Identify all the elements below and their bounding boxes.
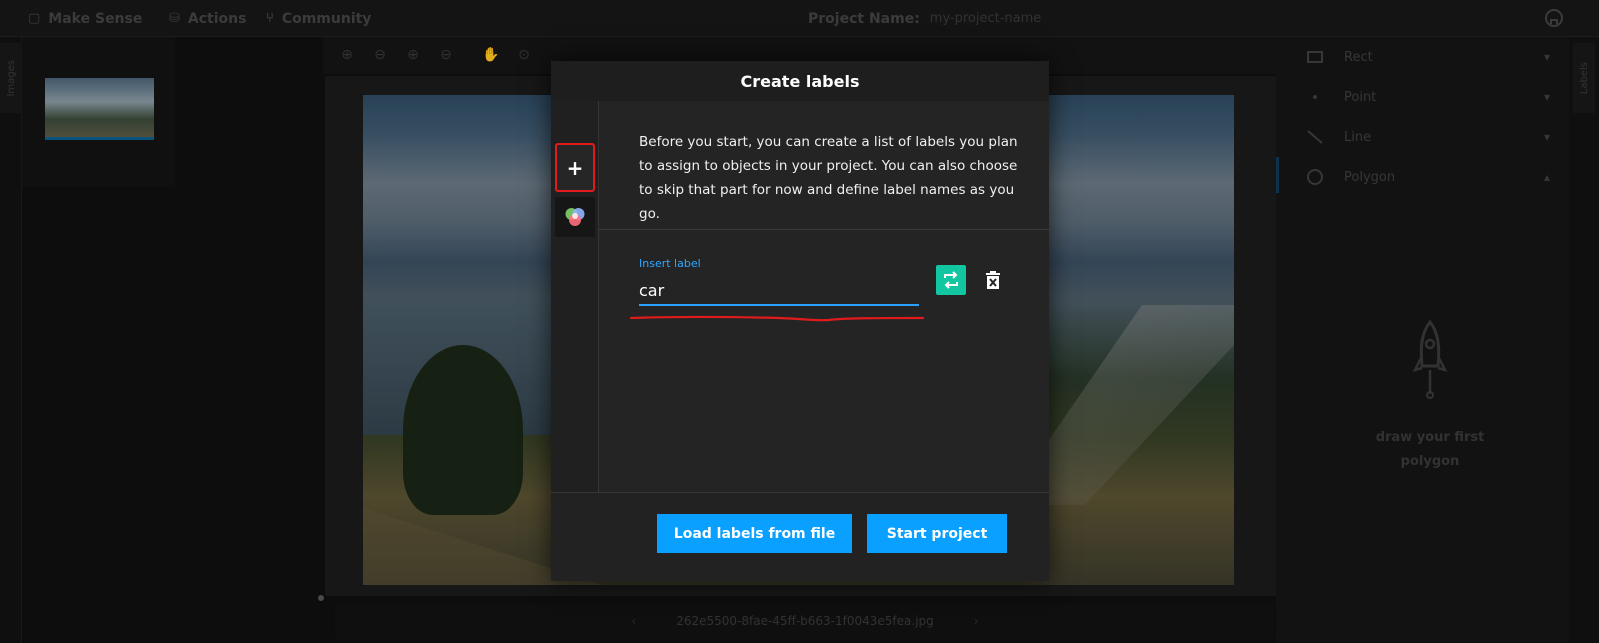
modal-footer: Load labels from file Start project xyxy=(551,492,1049,581)
red-annotation-underline xyxy=(629,315,925,322)
modal-title: Create labels xyxy=(740,71,860,91)
label-field-caption: Insert label xyxy=(639,257,701,270)
label-field: Insert label xyxy=(639,257,919,306)
modal-intro-text: Before you start, you can create a list … xyxy=(639,134,1018,222)
add-label-button[interactable]: + xyxy=(555,143,595,192)
change-color-button[interactable] xyxy=(936,265,966,295)
modal-divider xyxy=(599,229,1049,230)
plus-icon: + xyxy=(566,155,584,180)
label-name-input[interactable] xyxy=(639,276,919,306)
color-palette-icon xyxy=(565,208,585,226)
load-labels-button[interactable]: Load labels from file xyxy=(657,514,852,553)
modal-side-toolbar: + xyxy=(551,101,599,492)
delete-label-button[interactable] xyxy=(982,269,1004,291)
modal-header: Create labels xyxy=(551,61,1049,101)
swap-icon xyxy=(944,271,958,289)
trash-icon xyxy=(986,271,1000,289)
start-project-button[interactable]: Start project xyxy=(867,514,1007,553)
create-labels-modal: Create labels + Before you start, you ca… xyxy=(551,61,1049,581)
color-palette-button[interactable] xyxy=(555,197,595,237)
